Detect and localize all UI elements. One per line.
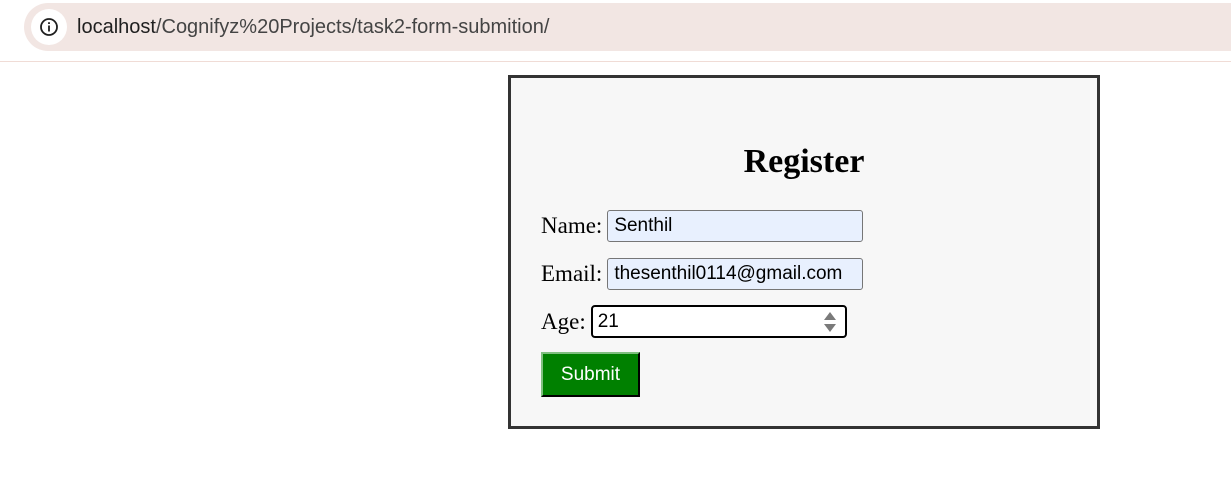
age-row: Age: [541,305,847,338]
form-title: Register [743,143,865,180]
url-host: localhost [77,15,156,38]
register-form: Register Name: Email: Age: Submit [508,75,1100,429]
browser-toolbar: localhost/Cognifyz%20Projects/task2-form… [0,0,1231,62]
submit-button[interactable]: Submit [541,352,640,397]
age-input[interactable] [592,307,813,336]
url-path: /Cognifyz%20Projects/task2-form-submitio… [155,15,550,38]
age-field[interactable] [590,305,847,338]
address-bar[interactable]: localhost/Cognifyz%20Projects/task2-form… [24,3,1231,51]
name-row: Name: [541,210,864,242]
name-label: Name: [541,213,603,238]
email-input[interactable] [607,258,864,290]
url-text[interactable]: localhost/Cognifyz%20Projects/task2-form… [77,16,549,39]
age-label: Age: [541,308,586,334]
spin-arrows-icon[interactable] [823,310,837,334]
name-input[interactable] [607,210,864,242]
email-label: Email: [541,261,603,286]
info-icon [40,18,58,36]
email-row: Email: [541,258,864,290]
site-info-button[interactable] [31,9,67,45]
